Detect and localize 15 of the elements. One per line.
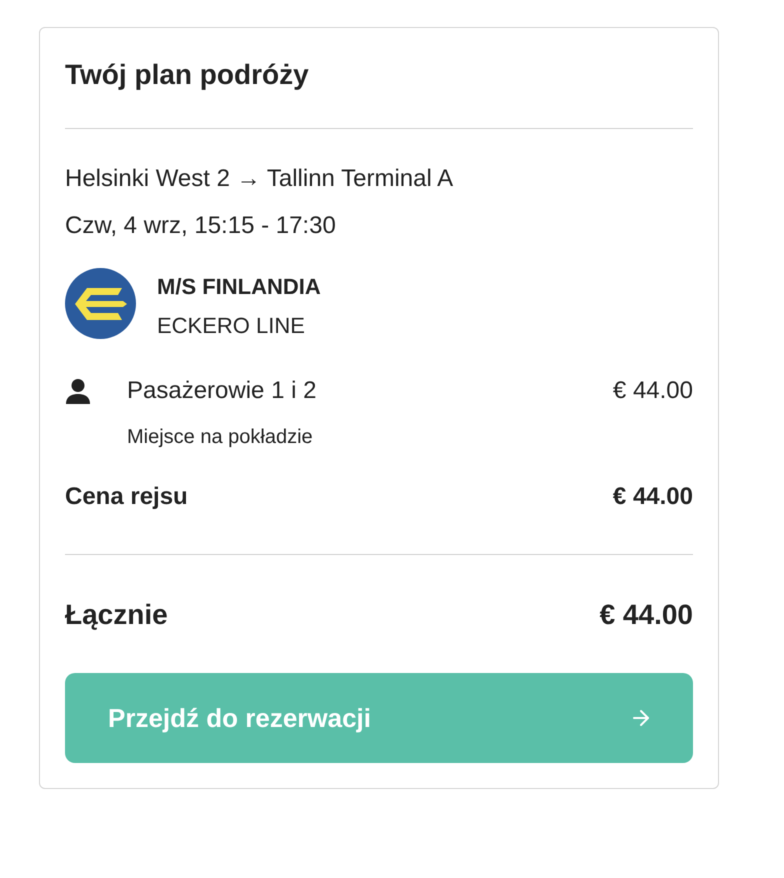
trip-price-label: Cena rejsu: [65, 482, 188, 512]
ferry-operator-logo-icon: [65, 268, 136, 339]
passengers-price: € 44.00: [612, 376, 693, 406]
passengers-label: Pasażerowie 1 i 2: [127, 376, 316, 406]
vessel-name: M/S FINLANDIA: [157, 273, 321, 301]
card-title: Twój plan podróży: [65, 58, 310, 92]
operator-name: ECKERO LINE: [157, 312, 306, 340]
route-text: Helsinki West 2 → Tallinn Terminal A: [65, 164, 454, 194]
person-icon: [66, 378, 90, 404]
trip-price-value: € 44.00: [612, 482, 693, 512]
proceed-to-booking-button[interactable]: Przejdź do rezerwacji: [65, 673, 693, 763]
fare-type-text: Miejsce na pokładzie: [127, 425, 314, 450]
departure-datetime: Czw, 4 wrz, 15:15 - 17:30: [65, 211, 337, 241]
total-label: Łącznie: [65, 598, 168, 632]
total-value: € 44.00: [600, 598, 693, 632]
